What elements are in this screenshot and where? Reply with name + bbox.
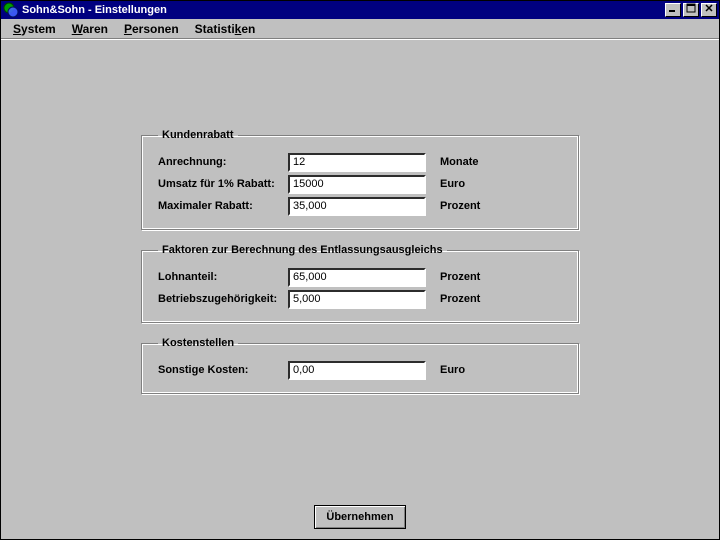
input-umsatz[interactable] [288,175,426,194]
content-area: Kundenrabatt Anrechnung: Monate Umsatz f… [1,39,719,539]
legend-faktoren: Faktoren zur Berechnung des Entlassungsa… [158,244,447,256]
maximize-icon [686,3,696,17]
close-button[interactable] [701,3,717,17]
row-lohnanteil: Lohnanteil: Prozent [158,266,562,288]
unit-lohnanteil: Prozent [440,271,480,283]
menubar: System Waren Personen Statistiken [1,19,719,39]
menu-system[interactable]: System [5,20,64,38]
label-maxrabatt: Maximaler Rabatt: [158,200,288,212]
row-maxrabatt: Maximaler Rabatt: Prozent [158,195,562,217]
group-kundenrabatt: Kundenrabatt Anrechnung: Monate Umsatz f… [141,129,579,230]
row-umsatz: Umsatz für 1% Rabatt: Euro [158,173,562,195]
unit-maxrabatt: Prozent [440,200,480,212]
input-maxrabatt[interactable] [288,197,426,216]
input-betriebszugehoerigkeit[interactable] [288,290,426,309]
input-lohnanteil[interactable] [288,268,426,287]
legend-kostenstellen: Kostenstellen [158,337,238,349]
label-betriebszugehoerigkeit: Betriebszugehörigkeit: [158,293,288,305]
minimize-button[interactable] [665,3,681,17]
button-bar: Übernehmen [1,505,719,529]
label-umsatz: Umsatz für 1% Rabatt: [158,178,288,190]
row-betriebszugehoerigkeit: Betriebszugehörigkeit: Prozent [158,288,562,310]
group-faktoren: Faktoren zur Berechnung des Entlassungsa… [141,244,579,323]
legend-kundenrabatt: Kundenrabatt [158,129,238,141]
input-anrechnung[interactable] [288,153,426,172]
unit-anrechnung: Monate [440,156,479,168]
menu-personen[interactable]: Personen [116,20,187,38]
window-title: Sohn&Sohn - Einstellungen [22,4,663,16]
titlebar: Sohn&Sohn - Einstellungen [1,1,719,19]
window: Sohn&Sohn - Einstellungen System Waren P… [0,0,720,540]
row-anrechnung: Anrechnung: Monate [158,151,562,173]
row-sonstigekosten: Sonstige Kosten: Euro [158,359,562,381]
label-lohnanteil: Lohnanteil: [158,271,288,283]
apply-button[interactable]: Übernehmen [314,505,406,529]
menu-waren[interactable]: Waren [64,20,116,38]
close-icon [704,3,714,17]
group-kostenstellen: Kostenstellen Sonstige Kosten: Euro [141,337,579,394]
window-controls [663,3,717,17]
maximize-button[interactable] [683,3,699,17]
minimize-icon [668,3,678,17]
unit-sonstigekosten: Euro [440,364,465,376]
unit-umsatz: Euro [440,178,465,190]
label-sonstigekosten: Sonstige Kosten: [158,364,288,376]
unit-betriebszugehoerigkeit: Prozent [440,293,480,305]
label-anrechnung: Anrechnung: [158,156,288,168]
app-icon [3,2,19,18]
input-sonstigekosten[interactable] [288,361,426,380]
menu-statistiken[interactable]: Statistiken [187,20,264,38]
